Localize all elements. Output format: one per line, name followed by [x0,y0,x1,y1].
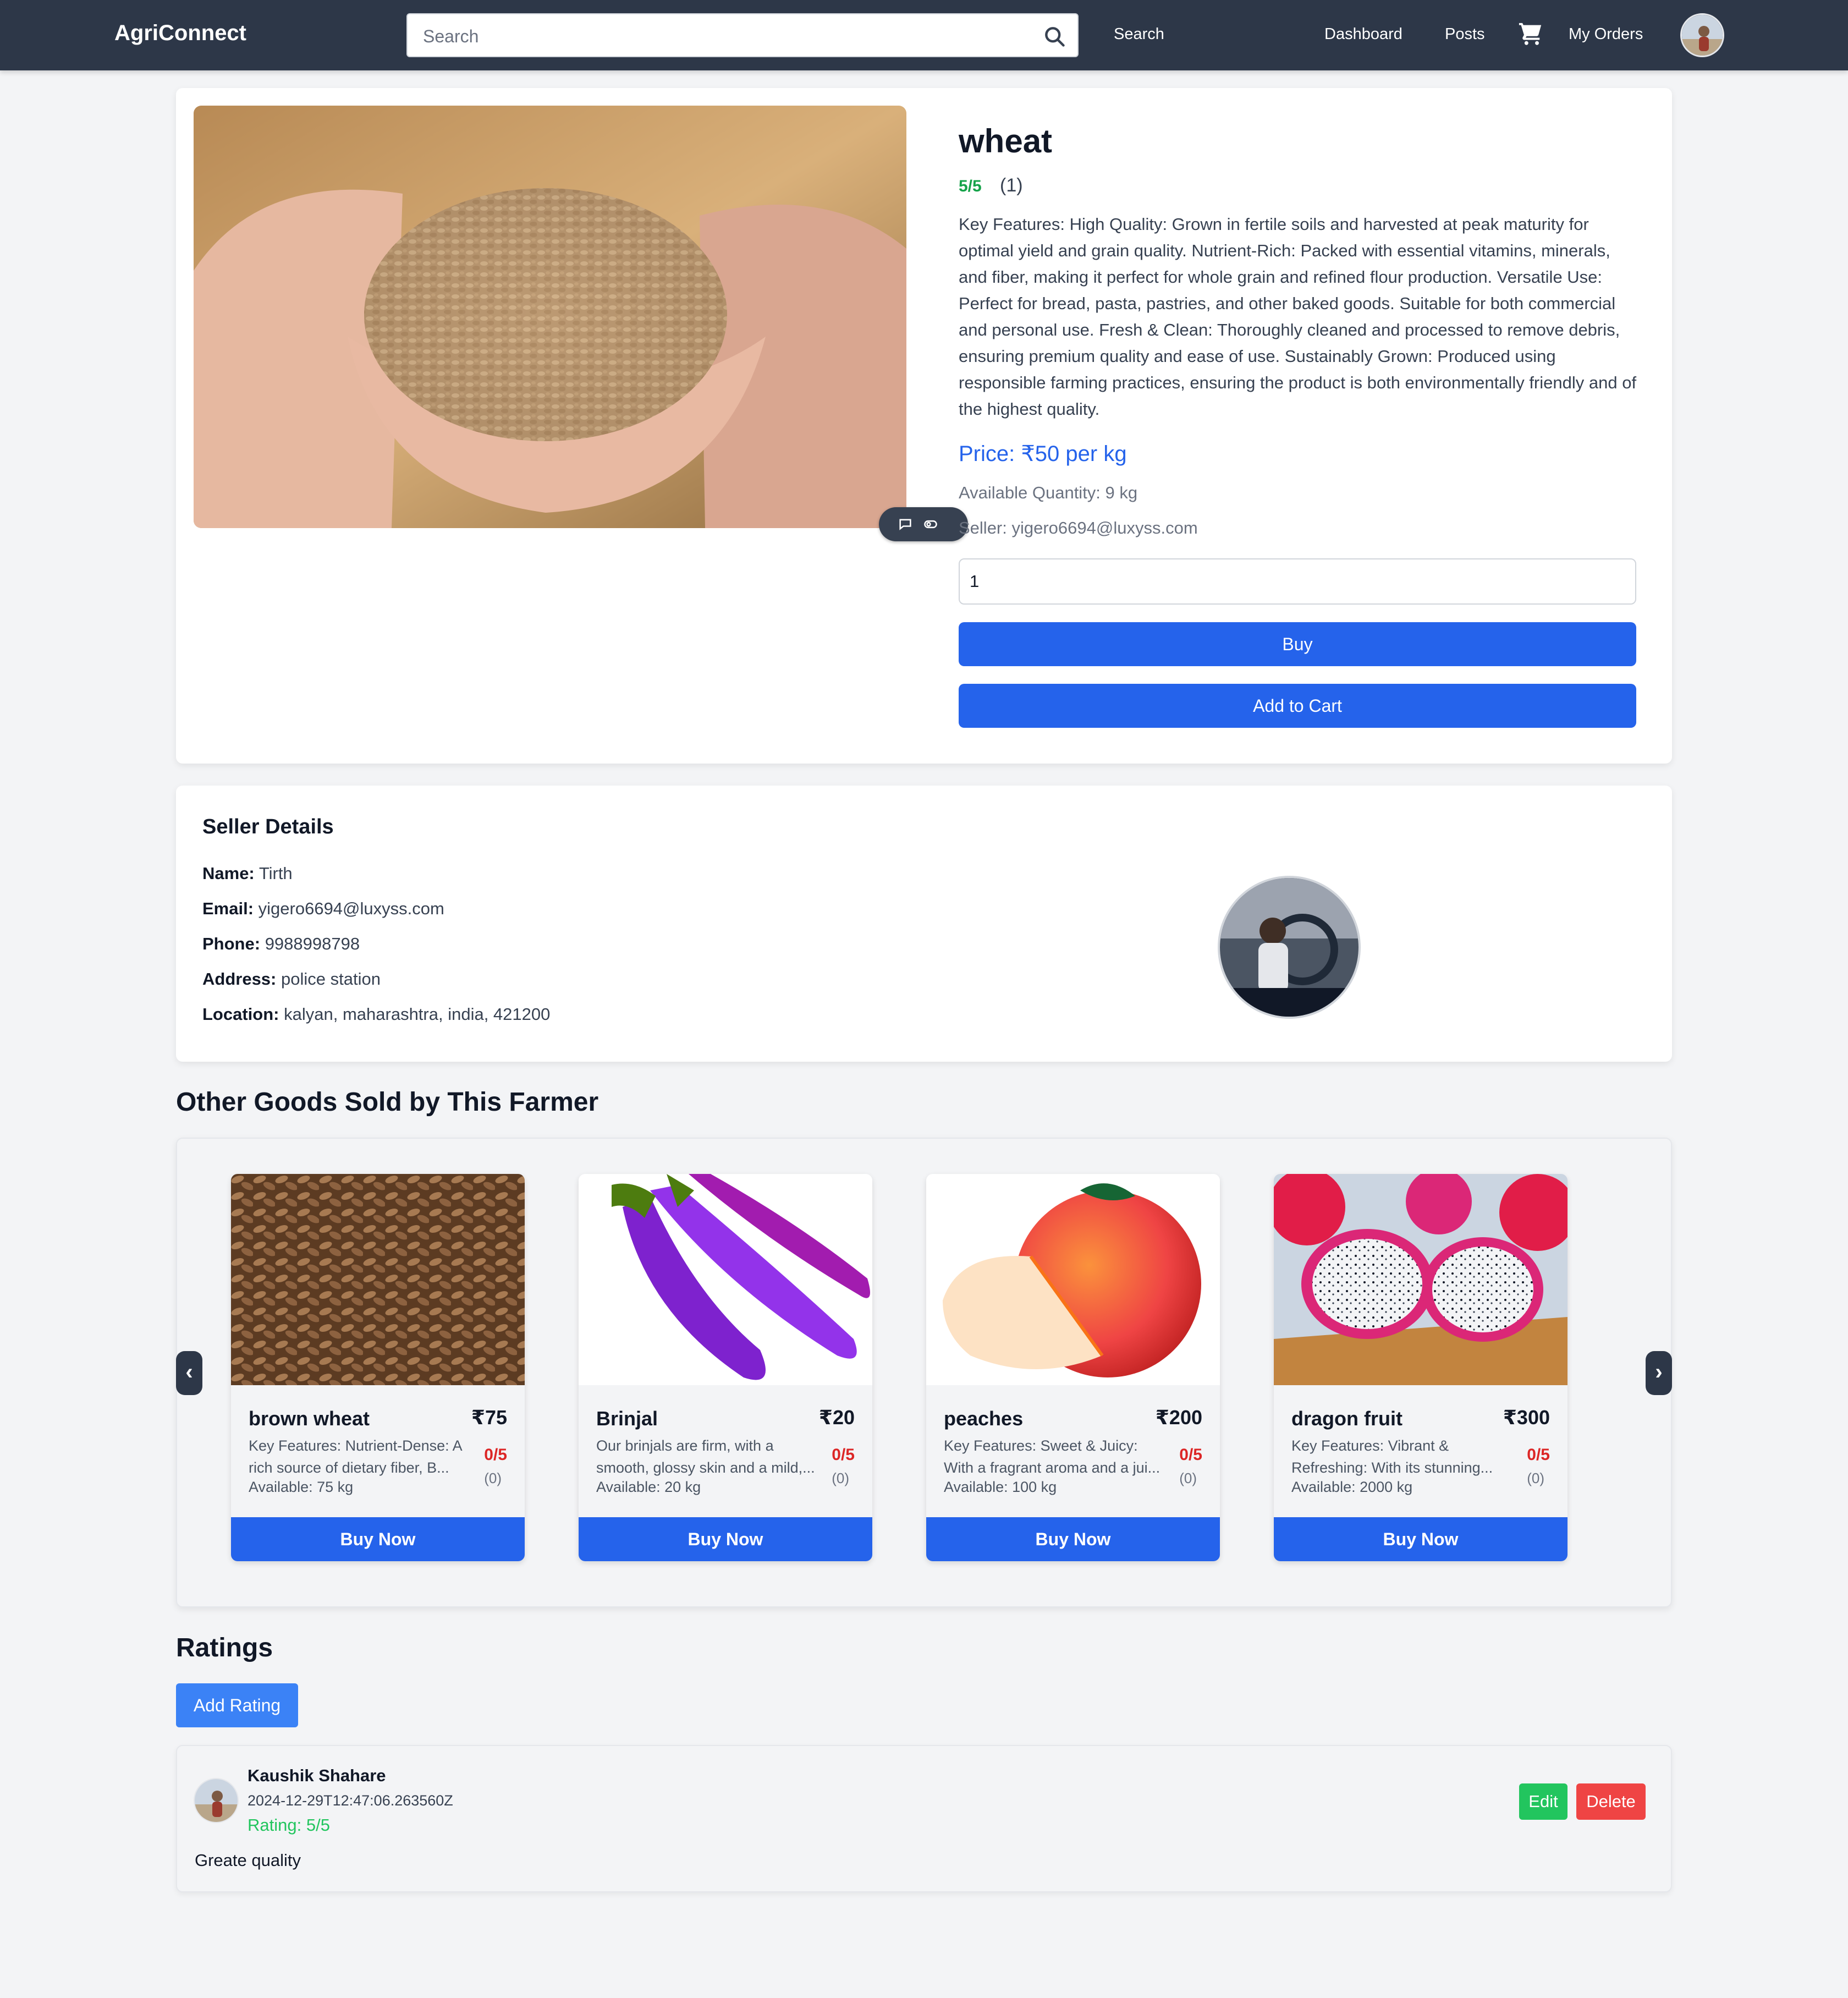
reviewer-name: Kaushik Shahare [248,1766,386,1785]
review-score: Rating: 5/5 [248,1815,330,1835]
product-name: brown wheat [249,1407,370,1430]
product-description: Key Features: Sweet & Juicy: With a frag… [944,1437,1160,1476]
user-avatar[interactable] [1680,13,1724,57]
reviewer-avatar [194,1778,239,1823]
buy-now-button[interactable]: Buy Now [579,1517,872,1561]
seller-phone: Phone: 9988998798 [202,934,360,953]
search-button[interactable]: Search [1114,25,1164,43]
product-rating-count: (0) [832,1470,849,1486]
seller-details-heading: Seller Details [202,815,334,838]
product-rating-count: (1) [1000,175,1023,196]
edit-review-button[interactable]: Edit [1519,1783,1568,1820]
review-card [176,1745,1672,1892]
product-title: wheat [959,123,1053,160]
product-name: dragon fruit [1291,1407,1402,1430]
ratings-heading: Ratings [176,1633,273,1662]
product-description: Our brinjals are firm, with a smooth, gl… [596,1437,815,1476]
overlay-toolbar[interactable] [879,507,968,541]
product-description: Key Features: Vibrant & Refreshing: With… [1291,1437,1493,1476]
buy-now-button[interactable]: Buy Now [926,1517,1220,1561]
product-description: Key Features: High Quality: Grown in fer… [959,215,1637,419]
product-price: ₹20 [818,1406,855,1429]
product-availability: Available: 100 kg [944,1479,1057,1495]
nav-my-orders[interactable]: My Orders [1569,25,1643,43]
nav-posts[interactable]: Posts [1445,25,1485,43]
search-box[interactable] [406,13,1079,57]
review-text: Greate quality [195,1851,301,1870]
toggle-icon[interactable] [923,517,938,532]
product-rating: 5/5 [959,177,982,195]
product-name: Brinjal [596,1407,658,1430]
review-date: 2024-12-29T12:47:06.263560Z [248,1792,453,1809]
buy-now-button[interactable]: Buy Now [231,1517,525,1561]
add-rating-button[interactable]: Add Rating [176,1683,298,1727]
product-name: peaches [944,1407,1024,1430]
delete-review-button[interactable]: Delete [1576,1783,1646,1820]
product-seller: Seller: yigero6694@luxyss.com [959,518,1198,537]
product-rating-count: (0) [484,1470,502,1486]
other-goods-heading: Other Goods Sold by This Farmer [176,1088,599,1117]
product-card-dragon-fruit[interactable]: dragon fruit ₹300 Key Features: Vibrant … [1274,1174,1568,1561]
product-rating-count: (0) [1179,1470,1197,1486]
product-rating: 0/5 [832,1446,855,1464]
product-price: ₹75 [471,1406,507,1429]
add-to-cart-button[interactable]: Add to Cart [959,684,1636,728]
buy-button[interactable]: Buy [959,622,1636,666]
product-image-brown-wheat [231,1174,525,1385]
navbar: AgriConnect Search Dashboard Posts My Or… [0,0,1848,70]
product-rating: 0/5 [484,1446,507,1464]
product-available-quantity: Available Quantity: 9 kg [959,483,1138,502]
product-price: ₹300 [1503,1406,1550,1429]
product-card-peaches[interactable]: peaches ₹200 Key Features: Sweet & Juicy… [926,1174,1220,1561]
product-image [194,106,906,528]
product-image-peaches [926,1174,1220,1385]
product-image-dragon-fruit [1274,1174,1568,1385]
product-rating: 0/5 [1527,1446,1550,1464]
search-icon[interactable] [1042,24,1066,48]
product-card-brown-wheat[interactable]: brown wheat ₹75 Key Features: Nutrient-D… [231,1174,525,1561]
product-rating-count: (0) [1527,1470,1544,1486]
seller-location: Location: kalyan, maharashtra, india, 42… [202,1005,551,1024]
nav-dashboard[interactable]: Dashboard [1324,25,1402,43]
product-price: ₹200 [1155,1406,1202,1429]
brand-logo[interactable]: AgriConnect [114,21,246,46]
product-description: Key Features: Nutrient-Dense: A rich sou… [249,1437,462,1476]
buy-now-button[interactable]: Buy Now [1274,1517,1568,1561]
product-price: Price: ₹50 per kg [959,442,1127,466]
product-image-brinjal [579,1174,872,1385]
seller-address: Address: police station [202,969,381,989]
cart-icon[interactable] [1518,21,1543,46]
product-availability: Available: 75 kg [249,1479,354,1495]
product-availability: Available: 20 kg [596,1479,701,1495]
search-input[interactable] [423,24,1028,48]
seller-avatar [1218,876,1361,1019]
comment-icon[interactable] [898,517,913,532]
carousel-next-button[interactable]: › [1646,1351,1672,1395]
product-rating: 0/5 [1179,1446,1202,1464]
seller-email: Email: yigero6694@luxyss.com [202,899,444,918]
seller-name: Name: Tirth [202,864,293,883]
product-card-brinjal[interactable]: Brinjal ₹20 Our brinjals are firm, with … [579,1174,872,1561]
product-availability: Available: 2000 kg [1291,1479,1413,1495]
quantity-input[interactable] [959,558,1636,605]
carousel-prev-button[interactable]: ‹ [176,1351,202,1395]
